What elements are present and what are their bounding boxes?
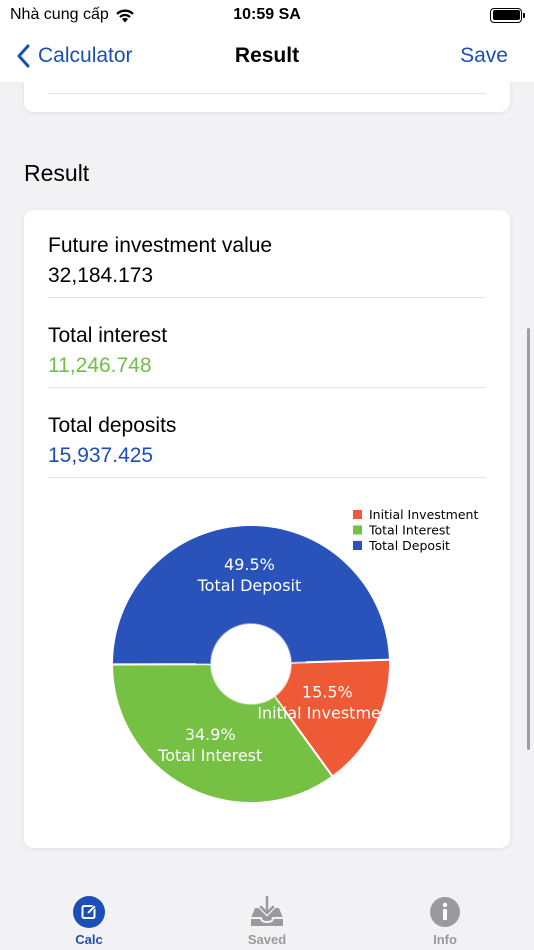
navigation-bar: Calculator Result Save [0, 30, 534, 82]
battery-icon [490, 7, 525, 23]
future-value-row: Future investment value 32,184.173 [48, 234, 486, 298]
tab-calc-label: Calc [75, 932, 103, 947]
total-interest-label: Total interest [48, 324, 168, 347]
pie-slice-name-label: Total Deposit [197, 576, 302, 595]
result-card: Future investment value 32,184.173 Total… [24, 210, 510, 848]
total-deposits-value: 15,937.425 [48, 444, 154, 467]
result-section-title: Result [24, 160, 90, 186]
scroll-indicator [527, 328, 530, 750]
chevron-left-icon [17, 44, 30, 68]
back-label: Calculator [38, 44, 133, 67]
tab-info[interactable]: Info [385, 896, 505, 947]
total-deposits-label: Total deposits [48, 414, 177, 437]
total-deposits-row: Total deposits 15,937.425 [48, 414, 486, 478]
pie-slice-name-label: Total Interest [157, 746, 262, 765]
inbox-download-icon [251, 896, 283, 926]
tab-saved[interactable]: Saved [207, 896, 327, 947]
pie-percent-label: 49.5% [224, 555, 275, 574]
save-button[interactable]: Save [460, 44, 508, 68]
tab-bar: Calc Saved Info [0, 880, 534, 950]
future-value-label: Future investment value [48, 234, 273, 257]
tab-info-label: Info [433, 932, 457, 947]
total-interest-value: 11,246.748 [48, 354, 152, 377]
pie-percent-label: 34.9% [185, 725, 236, 744]
pie-percent-label: 15.5% [302, 682, 353, 701]
carrier-name: Nhà cung cấp [10, 6, 109, 23]
pie-center-hole [211, 624, 291, 704]
card-divider [48, 93, 486, 94]
future-value-value: 32,184.173 [48, 264, 154, 287]
tab-saved-label: Saved [247, 932, 287, 947]
distribution-pie-chart: 15.5% Initial Investment 34.9% Total Intere… [110, 507, 478, 804]
back-button[interactable]: Calculator [16, 44, 133, 68]
pie-slice-name-label: Initial Investment [257, 703, 397, 722]
legend-label: Total Interest [368, 523, 450, 538]
wifi-icon [115, 8, 134, 22]
legend-swatch [353, 510, 362, 519]
legend-swatch [353, 541, 362, 550]
legend-swatch [353, 525, 362, 535]
legend-label: Initial Investment [369, 507, 478, 522]
legend-label: Total Deposit [368, 538, 450, 553]
tab-calc[interactable]: Calc [29, 896, 149, 947]
total-interest-row: Total interest 11,246.748 [48, 324, 486, 388]
edit-icon [73, 896, 105, 928]
status-left: Nhà cung cấp [10, 6, 135, 24]
status-bar: Nhà cung cấp 10:59 SA [0, 0, 534, 30]
info-icon [430, 897, 460, 927]
